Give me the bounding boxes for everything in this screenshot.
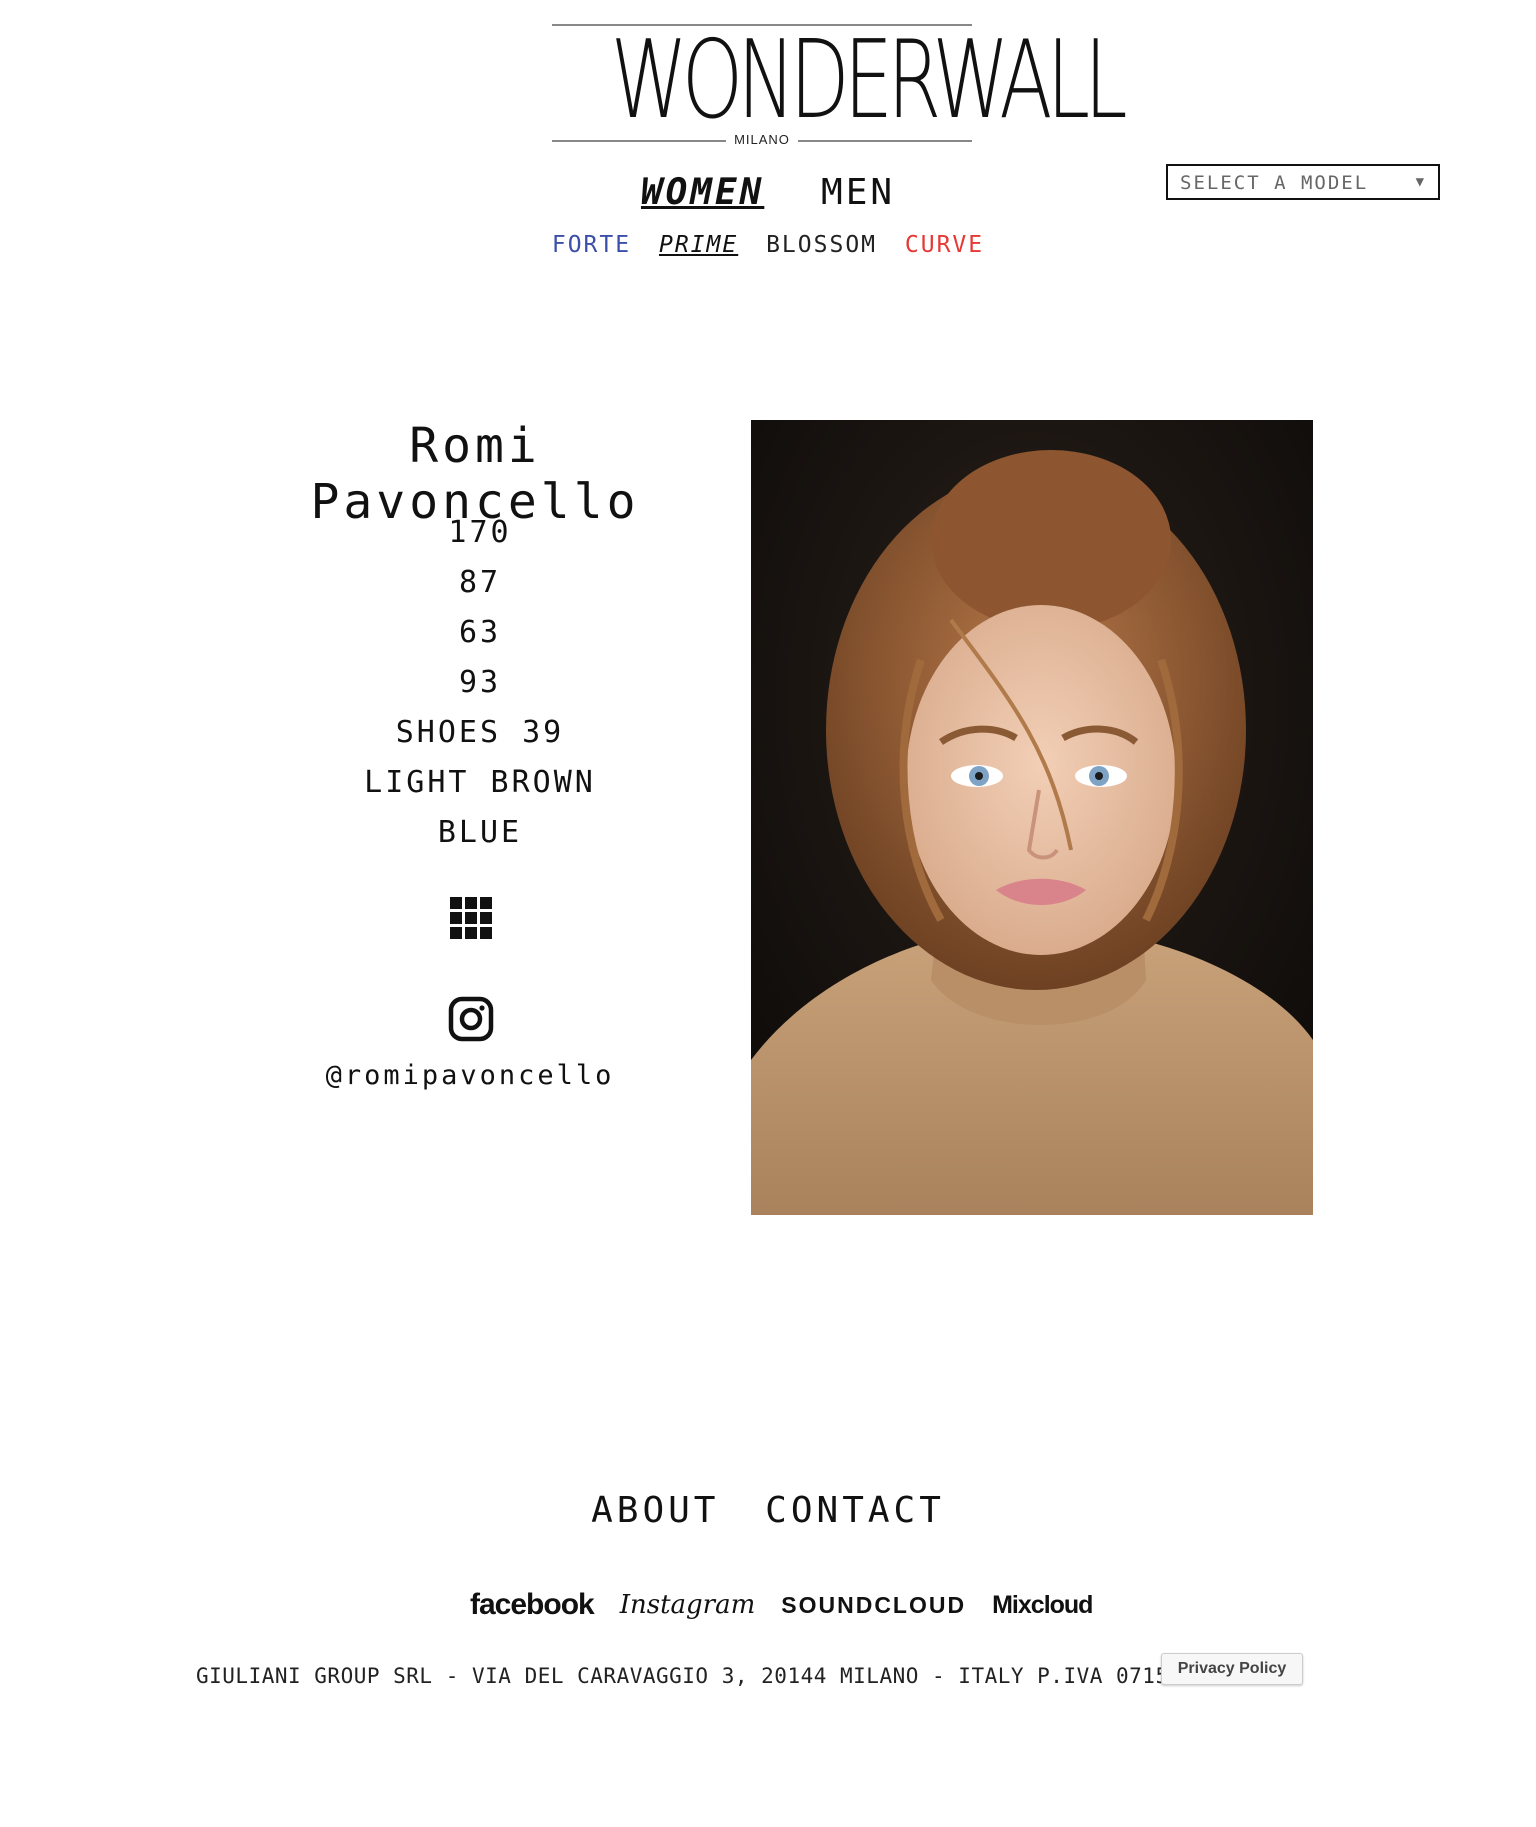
- grid-cell: [450, 927, 462, 939]
- grid-cell: [450, 897, 462, 909]
- footer-about-link[interactable]: ABOUT: [591, 1490, 719, 1531]
- brand-logo[interactable]: WONDERWALL MILANO: [552, 18, 1128, 148]
- chevron-down-icon: ▼: [1415, 174, 1426, 190]
- facebook-link[interactable]: facebook: [470, 1588, 595, 1622]
- grid-cell: [480, 897, 492, 909]
- model-portrait-image: [751, 420, 1313, 1215]
- stat-height: 170: [448, 515, 512, 550]
- instagram-icon[interactable]: [448, 996, 494, 1042]
- model-photo[interactable]: [751, 420, 1313, 1215]
- logo-subtitle-text: MILANO: [726, 132, 798, 147]
- division-forte[interactable]: FORTE: [552, 232, 631, 258]
- stat-bust: 87: [458, 565, 502, 600]
- soundcloud-link[interactable]: SOUNDCLOUD: [781, 1592, 966, 1619]
- page: WONDERWALL MILANO WOMEN MEN FORTE PRIME …: [0, 0, 1536, 1827]
- footer-nav: ABOUT CONTACT: [0, 1490, 1536, 1531]
- division-nav: FORTE PRIME BLOSSOM CURVE: [0, 232, 1536, 258]
- grid-icon[interactable]: [450, 897, 492, 939]
- instagram-link[interactable]: Instagram: [620, 1590, 756, 1620]
- model-stats: 170 87 63 93 SHOES 39 LIGHT BROWN BLUE: [280, 508, 680, 858]
- instagram-handle-link[interactable]: @romipavoncello: [290, 1060, 650, 1091]
- model-select-placeholder: SELECT A MODEL: [1180, 172, 1369, 194]
- logo-subtitle: MILANO: [552, 132, 972, 147]
- model-select[interactable]: SELECT A MODEL ▼: [1166, 164, 1440, 200]
- division-prime[interactable]: PRIME: [659, 232, 738, 258]
- stat-waist: 63: [458, 615, 502, 650]
- grid-cell: [465, 897, 477, 909]
- grid-cell: [450, 912, 462, 924]
- company-legal-info: GIULIANI GROUP SRL - VIA DEL CARAVAGGIO …: [196, 1664, 1287, 1688]
- stat-hair: LIGHT BROWN: [364, 765, 596, 800]
- stat-shoes: SHOES 39: [395, 715, 565, 750]
- stat-hips: 93: [458, 665, 502, 700]
- social-links: facebook Instagram SOUNDCLOUD Mixcloud: [470, 1585, 1093, 1625]
- division-curve[interactable]: CURVE: [905, 232, 984, 258]
- grid-cell: [480, 927, 492, 939]
- division-blossom[interactable]: BLOSSOM: [766, 232, 877, 258]
- footer-contact-link[interactable]: CONTACT: [765, 1490, 945, 1531]
- mixcloud-link[interactable]: Mixcloud: [992, 1591, 1093, 1620]
- stat-eyes: BLUE: [437, 815, 523, 850]
- grid-cell: [465, 912, 477, 924]
- privacy-policy-button[interactable]: Privacy Policy: [1161, 1653, 1303, 1685]
- grid-cell: [480, 912, 492, 924]
- grid-cell: [465, 927, 477, 939]
- nav-men[interactable]: MEN: [821, 172, 895, 213]
- logo-wordmark: WONDERWALL: [610, 18, 1128, 143]
- nav-women[interactable]: WOMEN: [641, 172, 764, 213]
